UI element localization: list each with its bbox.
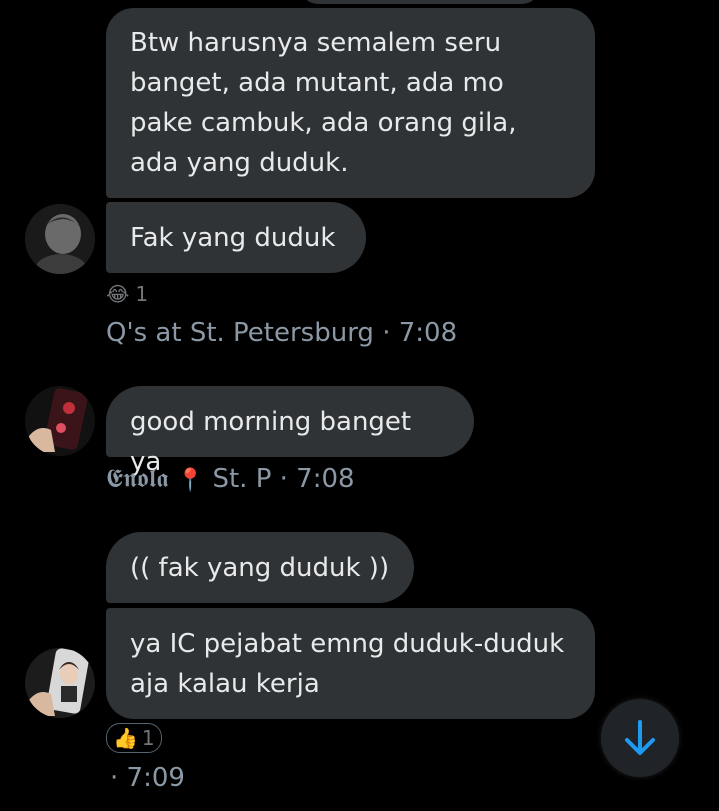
message-text: Fak yang duduk — [130, 223, 336, 253]
avatar[interactable] — [25, 648, 95, 718]
avatar-image — [25, 648, 95, 718]
message-meta: 𝕰𝖓𝖔𝖑𝖆 📍 St. P · 7:08 — [106, 463, 355, 497]
message-bubble[interactable]: Btw harusnya semalem seru banget, ada mu… — [106, 8, 595, 198]
message-text: (( fak yang duduk )) — [130, 553, 390, 583]
reaction-count: 1 — [141, 726, 155, 750]
message-text: Btw harusnya semalem seru banget, ada mu… — [130, 28, 517, 178]
message-text: ya IC pejabat emng duduk-duduk aja kalau… — [130, 629, 565, 699]
message-meta: Q's at St. Petersburg · 7:08 — [106, 317, 457, 349]
message-bubble[interactable]: good morning banget ya — [106, 386, 474, 477]
previous-message-edge — [300, 0, 540, 4]
arrow-down-icon — [625, 720, 655, 755]
message-time: · 7:08 — [279, 464, 355, 494]
message-bubble[interactable]: ya IC pejabat emng duduk-duduk aja kalau… — [106, 608, 595, 719]
avatar-image — [25, 204, 95, 274]
laughing-emoji-icon: 😂 — [106, 282, 130, 306]
thumbs-up-emoji-icon: 👍 — [113, 726, 138, 750]
avatar[interactable] — [25, 386, 95, 456]
avatar-image — [25, 386, 95, 456]
sender-name[interactable]: 𝕰𝖓𝖔𝖑𝖆 — [106, 464, 169, 494]
message-bubble[interactable]: (( fak yang duduk )) — [106, 532, 414, 603]
message-time: · 7:09 — [110, 763, 185, 793]
message-meta: · 7:09 — [110, 762, 185, 794]
reaction-laugh[interactable]: 😂 1 — [106, 282, 148, 306]
reaction-count: 1 — [135, 282, 149, 306]
reaction-thumbs-up[interactable]: 👍 1 — [106, 723, 162, 753]
message-time: · 7:08 — [382, 318, 458, 348]
pin-icon: 📍 — [176, 468, 205, 493]
sender-name[interactable]: Q's at St. Petersburg — [106, 318, 374, 348]
sender-location: St. P — [212, 464, 272, 494]
scroll-to-bottom-button[interactable] — [601, 699, 679, 777]
message-bubble[interactable]: Fak yang duduk — [106, 202, 366, 273]
avatar[interactable] — [25, 204, 95, 274]
